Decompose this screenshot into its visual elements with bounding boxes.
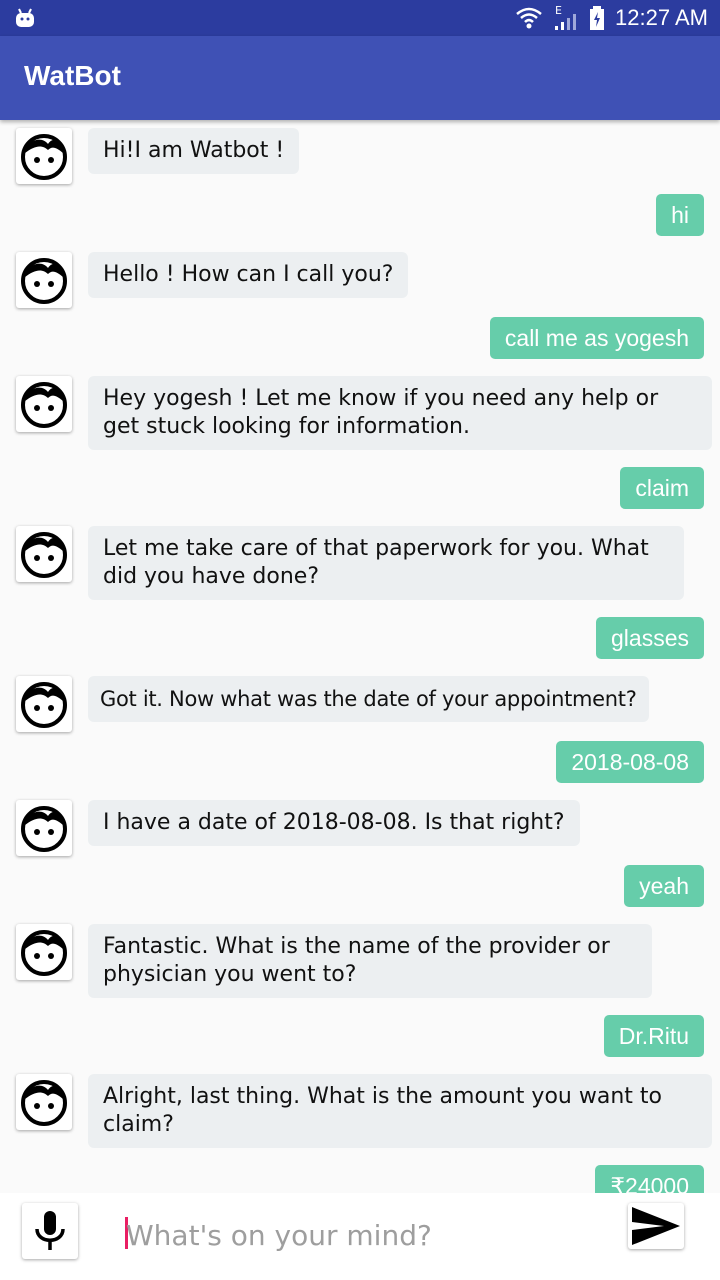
cell-signal-icon: E	[555, 4, 577, 30]
send-button[interactable]	[628, 1203, 684, 1249]
message-input[interactable]	[126, 1213, 596, 1257]
battery-icon	[590, 6, 605, 30]
bot-message: Got it. Now what was the date of your ap…	[88, 676, 649, 722]
bot-face-icon	[21, 258, 67, 304]
bot-face-icon	[21, 532, 67, 578]
bot-face-icon	[21, 930, 67, 976]
user-message: call me as yogesh	[489, 317, 704, 359]
bot-avatar	[16, 376, 72, 432]
input-bar	[0, 1193, 720, 1280]
user-message: hi	[656, 194, 704, 236]
status-bar: E 12:27 AM	[0, 0, 720, 36]
user-message: yeah	[624, 865, 704, 907]
chat-list[interactable]: Hi!I am Watbot ! hi Hello ! How can I ca…	[0, 120, 720, 1193]
bot-avatar	[16, 676, 72, 732]
bot-face-icon	[21, 682, 67, 728]
user-message: ₹24000	[595, 1165, 704, 1193]
bot-message: Fantastic. What is the name of the provi…	[88, 924, 652, 998]
bot-avatar	[16, 1074, 72, 1130]
user-message: glasses	[596, 617, 704, 659]
wifi-icon	[516, 7, 542, 29]
bot-avatar	[16, 924, 72, 980]
app-title: WatBot	[24, 60, 121, 91]
mic-button[interactable]	[22, 1203, 78, 1259]
user-message: 2018-08-08	[556, 741, 704, 783]
bot-message: Hey yogesh ! Let me know if you need any…	[88, 376, 712, 450]
user-message: Dr.Ritu	[603, 1015, 704, 1057]
app-bar: WatBot	[0, 36, 720, 120]
bot-face-icon	[21, 806, 67, 852]
bot-message: Alright, last thing. What is the amount …	[88, 1074, 712, 1148]
bot-message: Let me take care of that paperwork for y…	[88, 526, 684, 600]
status-time: 12:27 AM	[615, 5, 708, 30]
network-type-label: E	[555, 4, 562, 17]
bot-face-icon	[21, 382, 67, 428]
send-icon	[632, 1207, 680, 1245]
user-message: claim	[620, 467, 704, 509]
bot-face-icon	[21, 1080, 67, 1126]
mic-icon	[35, 1211, 65, 1250]
bot-avatar	[16, 526, 72, 582]
bot-avatar	[16, 128, 72, 184]
bot-message: Hi!I am Watbot !	[88, 128, 300, 174]
bot-message: I have a date of 2018-08-08. Is that rig…	[88, 800, 580, 846]
bot-avatar	[16, 252, 72, 308]
bot-avatar	[16, 800, 72, 856]
bot-face-icon	[21, 134, 67, 180]
android-notification-icon	[16, 8, 34, 27]
bot-message: Hello ! How can I call you?	[88, 252, 409, 298]
